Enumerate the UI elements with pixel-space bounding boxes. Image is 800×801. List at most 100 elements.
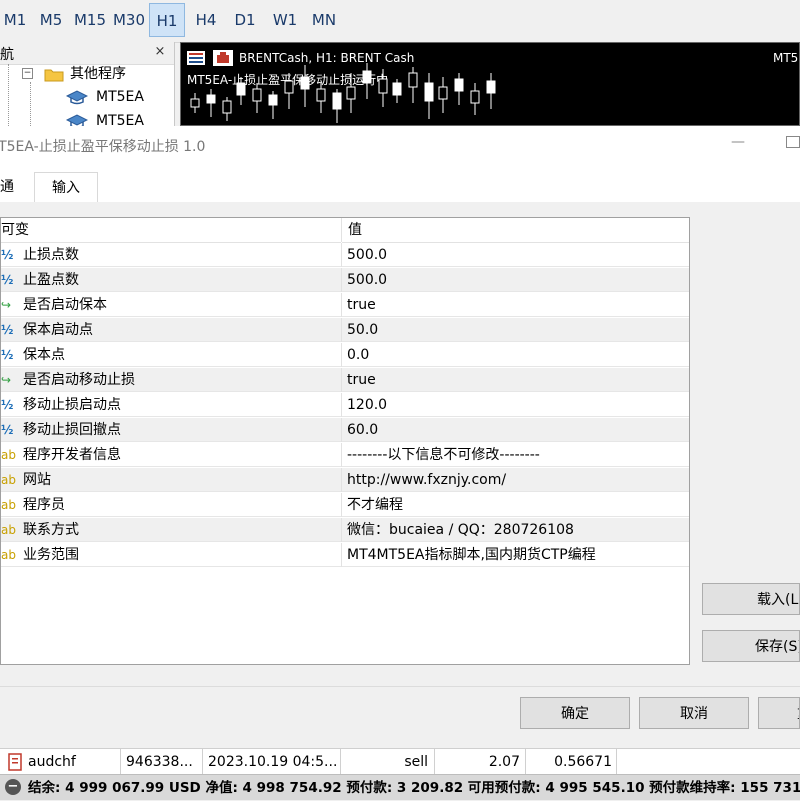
parameter-value[interactable]: 60.0 — [347, 418, 378, 442]
price-chart[interactable]: BRENTCash, H1: BRENT Cash MT5 MT5EA-止损止盈… — [180, 42, 800, 126]
maximize-icon[interactable] — [786, 136, 800, 148]
parameter-row[interactable]: ½ 保本启动点 50.0 — [1, 318, 689, 342]
parameter-value[interactable]: true — [347, 293, 376, 317]
navigator-title: 导航 — [0, 47, 14, 63]
parameter-row[interactable]: ½ 移动止损回撤点 60.0 — [1, 418, 689, 442]
parameter-name: 是否启动移动止损 — [23, 372, 135, 388]
bool-type-icon: ↪ — [1, 373, 12, 387]
cell-divider — [525, 749, 526, 775]
string-type-icon: ab — [1, 498, 16, 512]
parameter-row[interactable]: ab 程序员 不才编程 — [1, 493, 689, 517]
candle-body — [362, 70, 372, 84]
parameter-row[interactable]: ↪ 是否启动保本 true — [1, 293, 689, 317]
parameter-value[interactable]: 微信：bucaiea / QQ：280726108 — [347, 518, 574, 542]
candle-body — [438, 86, 448, 100]
parameter-value[interactable]: 500.0 — [347, 268, 387, 292]
cell-divider — [202, 749, 203, 775]
parameter-value[interactable]: 120.0 — [347, 393, 387, 417]
column-divider — [341, 318, 342, 342]
tf-d1[interactable]: D1 — [228, 3, 262, 37]
column-divider — [341, 243, 342, 267]
string-type-icon: ab — [1, 548, 16, 562]
close-icon[interactable]: × — [150, 42, 170, 62]
tab-bar: 常通 输入 — [0, 172, 800, 203]
parameter-value[interactable]: 0.0 — [347, 343, 369, 367]
tf-m30[interactable]: M30 — [112, 3, 146, 37]
parameter-row[interactable]: ½ 保本点 0.0 — [1, 343, 689, 367]
candle-body — [424, 82, 434, 102]
cell-divider — [120, 749, 121, 775]
account-summary: 结余: 4 999 067.99 USD 净值: 4 998 754.92 预付… — [28, 780, 800, 796]
parameter-name: 业务范围 — [23, 547, 79, 563]
minimize-icon[interactable]: — — [728, 132, 748, 152]
ea-properties-dialog: MT5EA-止损止盈平保移动止损 1.0 — 常通 输入 可变 值 ½ 止损点数 5… — [0, 126, 800, 748]
nav-item-label: MT5EA — [96, 89, 144, 105]
parameter-value[interactable]: MT4MT5EA指标脚本,国内期货CTP编程 — [347, 543, 596, 567]
number-type-icon: ½ — [1, 323, 14, 337]
parameter-value[interactable]: 50.0 — [347, 318, 378, 342]
ea-hat-icon — [66, 90, 88, 105]
parameter-name: 止损点数 — [23, 247, 79, 263]
trade-ticket: 946338... — [126, 754, 193, 770]
trade-row[interactable]: audchf 946338... 2023.10.19 04:5... sell… — [0, 748, 800, 775]
tf-h1[interactable]: H1 — [149, 3, 185, 37]
parameter-value[interactable]: http://www.fxznjy.com/ — [347, 468, 506, 492]
tf-h4[interactable]: H4 — [190, 3, 222, 37]
parameter-name: 保本点 — [23, 347, 65, 363]
column-divider — [341, 468, 342, 492]
ok-button[interactable]: 确定 — [520, 697, 630, 729]
load-button[interactable]: 载入(L) — [702, 583, 800, 615]
cancel-button[interactable]: 取消 — [639, 697, 749, 729]
collapse-minus-icon[interactable]: − — [5, 779, 21, 795]
tf-m1[interactable]: M1 — [0, 3, 30, 37]
column-header-variable[interactable]: 可变 — [1, 218, 341, 243]
column-header-value-label: 值 — [348, 222, 362, 238]
parameter-row[interactable]: ½ 止盈点数 500.0 — [1, 268, 689, 292]
nav-item-other-programs[interactable]: 其他程序 — [38, 64, 174, 84]
tf-m5[interactable]: M5 — [36, 3, 66, 37]
navigator-header: 导航 × — [0, 42, 174, 65]
parameter-row[interactable]: ↪ 是否启动移动止损 true — [1, 368, 689, 392]
parameter-name: 程序员 — [23, 497, 65, 513]
parameter-name: 保本启动点 — [23, 322, 93, 338]
candlesticks — [190, 63, 496, 123]
number-type-icon: ½ — [1, 273, 14, 287]
number-type-icon: ½ — [1, 423, 14, 437]
parameter-name: 网站 — [23, 472, 51, 488]
trade-symbol: audchf — [28, 754, 76, 770]
column-divider — [341, 443, 342, 467]
parameter-row[interactable]: ½ 止损点数 500.0 — [1, 243, 689, 267]
load-button-label: 载入(L) — [757, 592, 800, 608]
parameter-row[interactable]: ½ 移动止损启动点 120.0 — [1, 393, 689, 417]
folder-icon — [44, 69, 64, 82]
navigator-panel: 导航 × − 其他程序 MT5EA MT5EA — [0, 42, 175, 129]
column-header-value[interactable]: 值 — [342, 218, 689, 243]
candle-body — [190, 98, 200, 108]
candle-body — [268, 94, 278, 106]
trade-price: 0.56671 — [554, 754, 612, 770]
parameter-name: 止盈点数 — [23, 272, 79, 288]
parameter-value[interactable]: true — [347, 368, 376, 392]
tree-line — [8, 64, 10, 126]
parameter-name: 联系方式 — [23, 522, 79, 538]
parameter-row[interactable]: ab 联系方式 微信：bucaiea / QQ：280726108 — [1, 518, 689, 542]
account-status-bar: − 结余: 4 999 067.99 USD 净值: 4 998 754.92 … — [0, 774, 800, 800]
collapse-icon[interactable]: − — [22, 68, 33, 79]
tf-w1[interactable]: W1 — [268, 3, 302, 37]
parameter-value[interactable]: 不才编程 — [347, 493, 403, 517]
tf-m15[interactable]: M15 — [72, 3, 108, 37]
parameter-value[interactable]: --------以下信息不可修改-------- — [347, 443, 540, 467]
nav-item-mt5ea[interactable]: MT5EA — [60, 86, 174, 108]
cell-divider — [434, 749, 435, 775]
parameter-row[interactable]: ab 网站 http://www.fxznjy.com/ — [1, 468, 689, 492]
candle-body — [332, 92, 342, 110]
save-button[interactable]: 保存(S) — [702, 630, 800, 662]
parameter-value[interactable]: 500.0 — [347, 243, 387, 267]
tab-inputs[interactable]: 输入 — [34, 172, 98, 203]
parameter-row[interactable]: ab 程序开发者信息 --------以下信息不可修改-------- — [1, 443, 689, 467]
tf-mn[interactable]: MN — [306, 3, 342, 37]
tab-common[interactable]: 常通 — [0, 172, 34, 202]
parameter-row[interactable]: ab 业务范围 MT4MT5EA指标脚本,国内期货CTP编程 — [1, 543, 689, 567]
trade-type: sell — [404, 754, 428, 770]
reset-button[interactable]: 重 — [758, 697, 800, 729]
